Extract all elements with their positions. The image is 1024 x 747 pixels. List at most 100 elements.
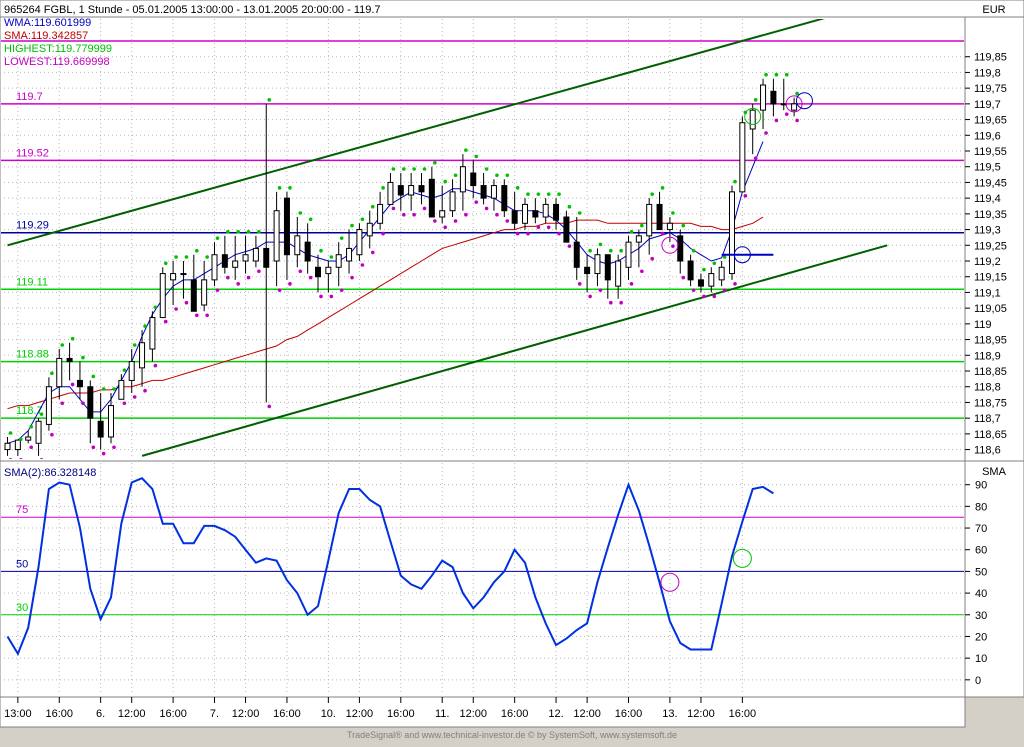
candle-up [408,185,415,196]
price-tick-label: 119,6 [974,130,1001,142]
lowest-marker [650,256,654,261]
lowest-marker [546,225,551,230]
candle-up [149,317,156,350]
price-tick-label: 119,65 [974,115,1007,127]
time-tick-label: 12:00 [459,708,487,720]
highest-marker [588,248,592,253]
legend-item: LOWEST:119.669998 [4,56,110,68]
lowest-marker [753,156,758,160]
highest-marker [39,412,44,416]
highest-marker [619,248,623,253]
price-tick-label: 118,85 [974,366,1007,378]
oscillator-tick-label: 80 [975,501,987,513]
highest-marker [598,242,603,247]
oscillator-tick-label: 10 [975,653,987,665]
time-tick-label: 11. [435,708,449,720]
highest-marker [339,236,344,240]
highest-marker [422,167,427,171]
candle-up [646,203,653,237]
highest-marker [288,186,292,190]
highest-marker [8,431,13,435]
lowest-marker [733,282,737,286]
price-tick-label: 118,8 [974,382,1001,394]
candle-down [315,266,321,278]
price-tick-label: 119,15 [974,272,1007,284]
candle-down [511,210,518,224]
lowest-marker [370,250,375,255]
lowest-marker [122,401,127,406]
highest-marker [60,343,65,347]
price-tick-label: 119,1 [974,287,1001,299]
lowest-marker [195,313,199,318]
candle-up [366,222,373,237]
candle-up [335,254,342,268]
candle-up [108,405,114,438]
highest-marker [484,167,489,171]
candle-down [563,216,570,243]
oscillator-axis-label: SMA [982,466,1007,478]
oscillator-tick-label: 90 [975,480,987,492]
chart-window: 119.7 119.52 119.29 119.11 118.88 118.7 118,6… [0,0,1024,742]
level-label: 119.29 [16,220,49,232]
lowest-marker [660,231,665,236]
lowest-marker [329,294,334,299]
lowest-marker [474,200,479,204]
time-tick-label: 12:00 [346,708,374,720]
candle-up [522,203,528,224]
highest-marker [226,230,230,234]
candle-down [283,197,290,256]
candle-up [490,185,497,199]
candle-up [594,254,601,275]
oscillator-legend: SMA(2):86.328148 [4,467,96,479]
highest-marker [319,248,323,253]
highest-marker [495,173,499,178]
lowest-marker [288,282,292,286]
candle-up [449,191,456,212]
lowest-marker [174,307,178,311]
candle-down [656,203,663,231]
candle-down [553,203,560,221]
candle-up [718,266,725,281]
lowest-marker [764,131,768,135]
highest-marker [29,424,33,429]
candle-up [377,203,384,224]
lowest-marker [453,219,458,223]
candle-down [770,90,777,105]
time-tick-label: 12:00 [573,708,601,720]
lowest-marker [619,300,623,305]
lowest-marker [640,269,644,274]
time-tick-label: 16:00 [615,708,643,720]
lowest-marker [101,451,106,456]
price-tick-label: 119,5 [974,162,1001,174]
lowest-marker [391,206,396,211]
lowest-marker [91,445,96,450]
candle-down [76,379,83,388]
candle-up [780,103,787,106]
candle-up [180,273,187,276]
lowest-marker [774,118,779,123]
oscillator-tick-label: 0 [975,675,981,687]
price-tick-label: 119,4 [974,193,1001,205]
highest-marker [733,179,737,184]
lowest-marker [184,300,189,305]
oscillator-tick-label: 30 [975,610,987,622]
candle-up [35,420,42,444]
price-tick-label: 118,75 [974,397,1007,409]
highest-marker [205,255,209,259]
lowest-marker [743,194,748,198]
lowest-marker [681,275,686,280]
highest-marker [764,72,768,77]
candle-down [501,185,508,212]
candle-up [739,122,746,193]
highest-marker [236,230,240,234]
lowest-marker [277,288,282,292]
price-tick-label: 118,65 [974,429,1007,441]
highest-marker [453,173,458,178]
candle-up [201,279,208,306]
price-tick-label: 118,95 [974,335,1007,347]
highest-marker [515,186,520,190]
lowest-marker [298,269,303,274]
highest-marker [122,368,127,372]
legend-item: HIGHEST:119.779999 [4,43,112,55]
lowest-marker [795,118,799,123]
